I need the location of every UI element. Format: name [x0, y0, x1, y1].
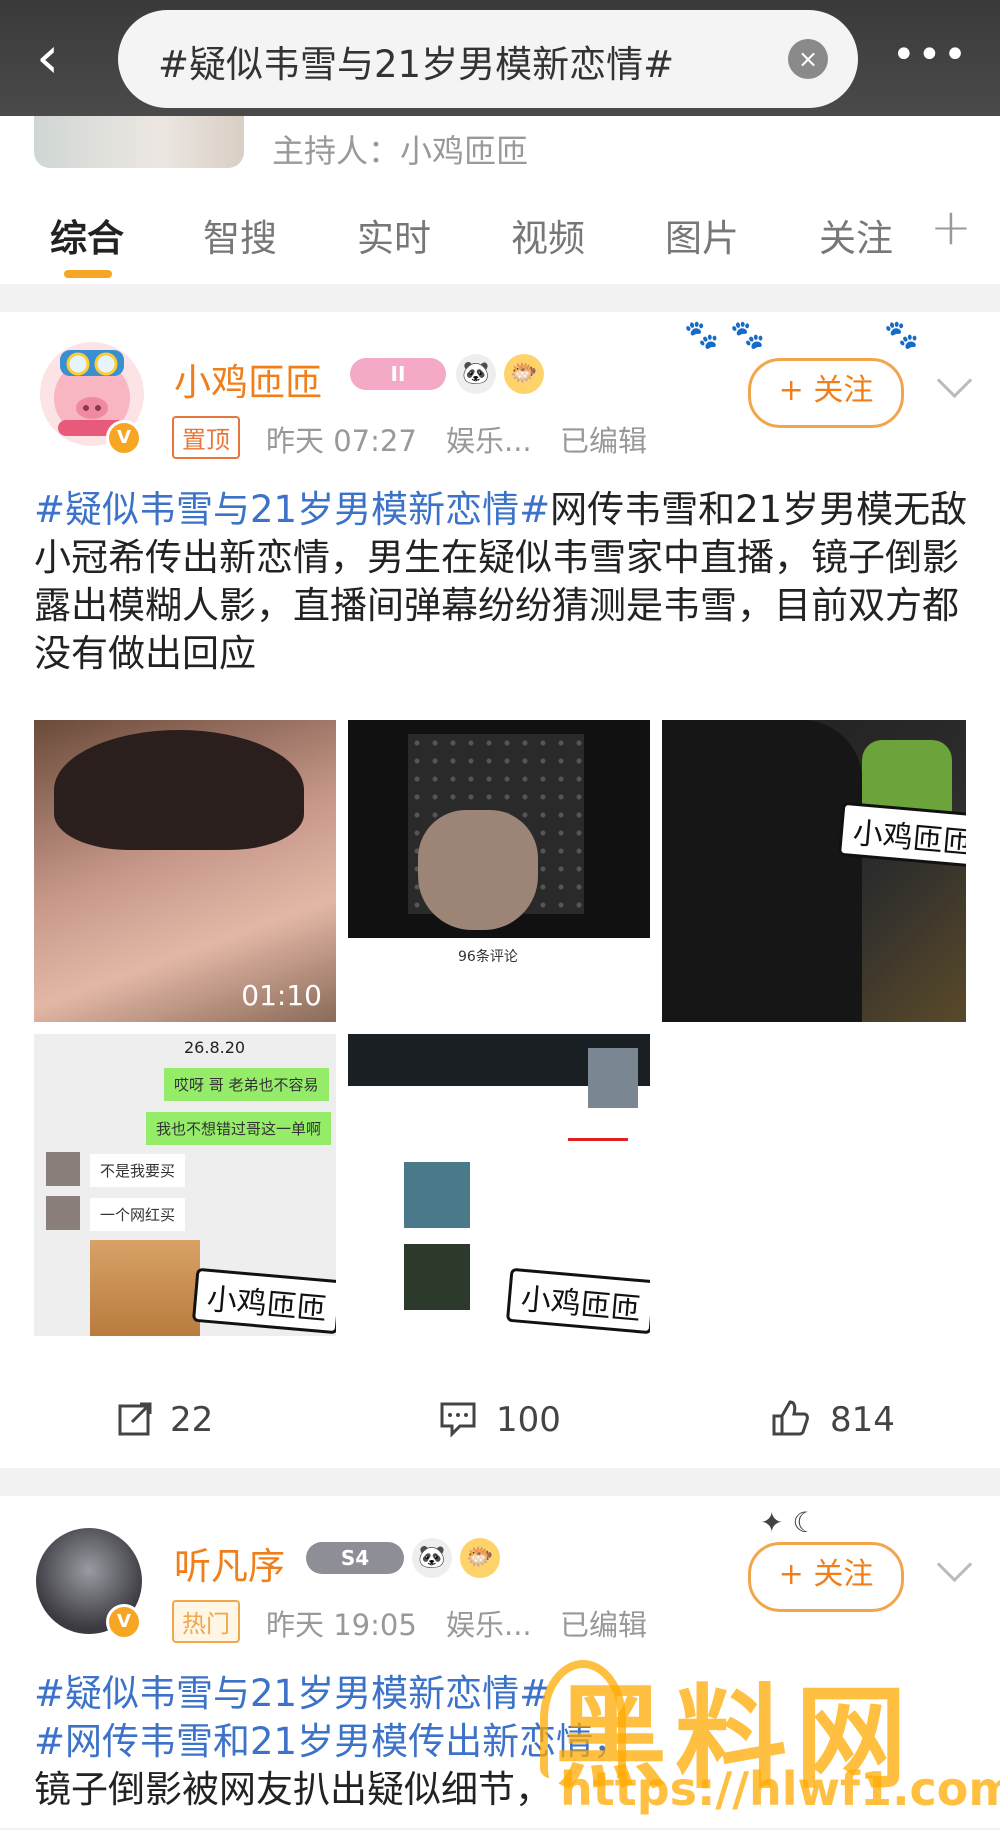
chat-bubble: 不是我要买 [90, 1154, 186, 1187]
more-options-icon[interactable]: ••• [892, 30, 972, 80]
tab-follow[interactable]: 关注 [819, 208, 893, 262]
chat-bubble: 哎呀 哥 老弟也不容易 [164, 1068, 329, 1101]
comment-icon[interactable] [438, 1398, 478, 1438]
feed-thumb [404, 1162, 470, 1228]
edited-label: 已编辑 [560, 424, 648, 458]
gaming-chair [662, 720, 862, 1022]
pinned-badge: 置顶 [172, 416, 240, 459]
video-duration: 01:10 [241, 979, 322, 1012]
share-icon[interactable] [116, 1398, 156, 1438]
post-time: 昨天 07:27 [266, 424, 417, 458]
username[interactable]: 听凡序 [174, 1536, 285, 1590]
star-decoration-icon: ✦ ☾ [760, 1506, 818, 1539]
panda-badge-icon: 🐼 [412, 1538, 452, 1578]
cat-paw-decoration-icon: 🐾 [730, 318, 765, 351]
verified-badge-icon: V [106, 420, 142, 456]
comment-panel: 96条评论 [348, 938, 650, 1022]
comment-count[interactable]: 100 [496, 1400, 561, 1440]
tab-smart-search[interactable]: 智搜 [203, 208, 277, 262]
chat-bubble: 一个网红买 [90, 1198, 186, 1231]
cat-paw-decoration-icon: 🐾 [884, 318, 919, 351]
chevron-down-icon[interactable] [936, 1546, 973, 1583]
top-bar: ‹ #疑似韦雪与21岁男模新恋情# × ••• [0, 0, 1000, 116]
like-icon[interactable] [770, 1398, 810, 1438]
hot-badge: 热门 [172, 1600, 240, 1643]
clear-search-icon[interactable]: × [788, 39, 828, 79]
post-image[interactable]: 小鸡匝匝 [348, 1034, 650, 1336]
chat-avatar [46, 1196, 80, 1230]
username[interactable]: 小鸡匝匝 [174, 352, 322, 406]
post-image[interactable]: 小鸡匝匝 [662, 720, 966, 1022]
hair-shape [54, 730, 304, 850]
chat-avatar [46, 1152, 80, 1186]
post-video-thumbnail[interactable]: 01:10 [34, 720, 336, 1022]
post-source: 娱乐... [446, 424, 532, 458]
post-time: 昨天 19:05 [266, 1608, 417, 1642]
fish-badge-icon: 🐡 [460, 1538, 500, 1578]
hashtag-link[interactable]: #疑似韦雪与21岁男模新恋情# [34, 488, 550, 531]
tab-video[interactable]: 视频 [511, 208, 585, 262]
search-input[interactable]: #疑似韦雪与21岁男模新恋情# × [118, 10, 858, 108]
face-shape [418, 810, 538, 930]
post-actions: 22 100 814 [0, 1382, 1000, 1462]
hashtag-link[interactable]: #疑似韦雪与21岁男模新恋情# [34, 1672, 550, 1715]
red-underline [568, 1138, 628, 1141]
profile-thumb [588, 1048, 638, 1108]
chat-bubble: 我也不想错过哥这一单啊 [146, 1112, 332, 1145]
search-tabs: 综合 智搜 实时 视频 图片 关注 + [0, 176, 1000, 284]
fish-badge-icon: 🐡 [504, 354, 544, 394]
tab-realtime[interactable]: 实时 [357, 208, 431, 262]
tab-comprehensive[interactable]: 综合 [50, 208, 124, 262]
back-icon[interactable]: ‹ [36, 22, 96, 92]
post-body: #疑似韦雪与21岁男模新恋情#网传韦雪和21岁男模无敌小冠希传出新恋情，男生在疑… [34, 486, 974, 686]
image-watermark: 小鸡匝匝 [505, 1267, 650, 1335]
follow-button[interactable]: + 关注 [748, 1542, 904, 1612]
search-query[interactable]: #疑似韦雪与21岁男模新恋情# [158, 34, 674, 88]
like-count[interactable]: 814 [830, 1400, 895, 1440]
active-tab-indicator [64, 270, 112, 278]
edited-label: 已编辑 [560, 1608, 648, 1642]
site-watermark-url: https://hlwf1.com [560, 1762, 1000, 1816]
post-image[interactable]: 96条评论 [348, 720, 650, 1022]
level-badge: S4 [306, 1542, 404, 1574]
chevron-down-icon[interactable] [936, 362, 973, 399]
post-card: V 小鸡匝匝 II 🐼 🐡 置顶 昨天 07:27 娱乐... 已编辑 🐾 🐾 … [0, 312, 1000, 1468]
share-count[interactable]: 22 [170, 1400, 213, 1440]
tab-images[interactable]: 图片 [665, 208, 739, 262]
comment-count: 96条评论 [458, 949, 518, 965]
topic-cover-image [34, 116, 244, 168]
add-tab-icon[interactable]: + [930, 198, 972, 256]
topic-host-row: 主持人：小鸡匝匝 [0, 116, 1000, 176]
chat-date: 26.8.20 [184, 1038, 246, 1057]
post-image[interactable]: 26.8.20 哎呀 哥 老弟也不容易 我也不想错过哥这一单啊 不是我要买 一个… [34, 1034, 336, 1336]
image-watermark: 小鸡匝匝 [191, 1267, 336, 1335]
post-source: 娱乐... [446, 1608, 532, 1642]
topic-host: 主持人：小鸡匝匝 [272, 132, 529, 170]
feed-thumb [404, 1244, 470, 1310]
follow-button[interactable]: + 关注 [748, 358, 904, 428]
verified-badge-icon: V [106, 1604, 142, 1640]
level-badge: II [350, 358, 446, 390]
panda-badge-icon: 🐼 [456, 354, 496, 394]
dog-meme-image [90, 1240, 200, 1336]
cat-paw-decoration-icon: 🐾 [684, 318, 719, 351]
